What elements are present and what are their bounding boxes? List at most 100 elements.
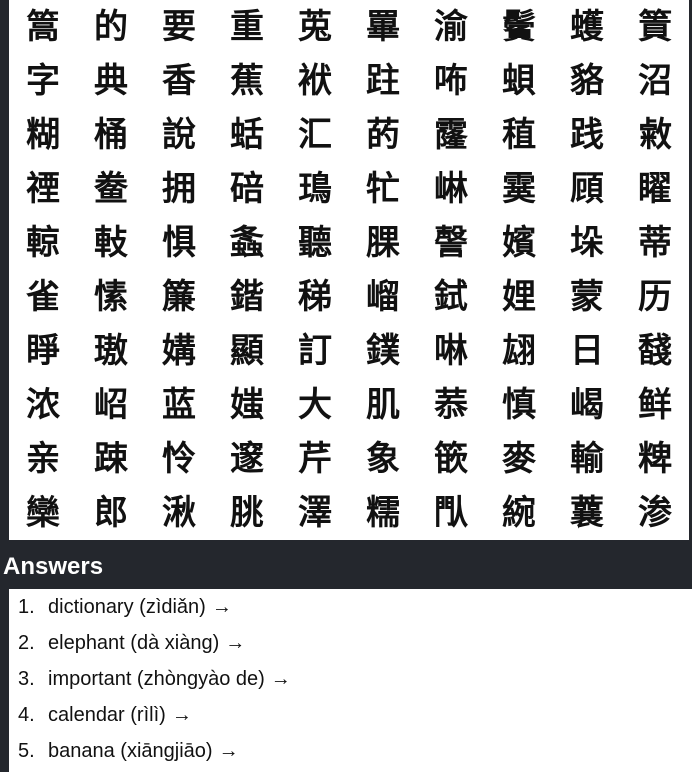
grid-cell[interactable]: 惧	[145, 216, 213, 270]
grid-cell[interactable]: 謦	[417, 216, 485, 270]
grid-cell[interactable]: 螽	[213, 216, 281, 270]
grid-cell[interactable]: 踈	[77, 432, 145, 486]
grid-cell[interactable]: 肌	[349, 378, 417, 432]
grid-cell[interactable]: 历	[621, 270, 689, 324]
grid-cell[interactable]: 馢	[621, 324, 689, 378]
grid-cell[interactable]: 矅	[621, 162, 689, 216]
grid-cell[interactable]: 欒	[9, 486, 77, 540]
grid-cell[interactable]: 莵	[281, 0, 349, 54]
grid-cell[interactable]: 碚	[213, 162, 281, 216]
grid-cell[interactable]: 篏	[417, 432, 485, 486]
grid-cell[interactable]: 閄	[417, 486, 485, 540]
grid-cell[interactable]: 菾	[417, 378, 485, 432]
grid-cell[interactable]: 稊	[281, 270, 349, 324]
grid-cell[interactable]: 亲	[9, 432, 77, 486]
grid-cell[interactable]: 岹	[77, 378, 145, 432]
grid-cell[interactable]: 重	[213, 0, 281, 54]
grid-cell[interactable]: 蛞	[213, 108, 281, 162]
grid-cell[interactable]: 袱	[281, 54, 349, 108]
grid-cell[interactable]: 嵑	[553, 378, 621, 432]
grid-cell[interactable]: 字	[9, 54, 77, 108]
grid-cell[interactable]: 媸	[213, 378, 281, 432]
grid-cell[interactable]: 菂	[349, 108, 417, 162]
grid-cell[interactable]: 蘘	[553, 486, 621, 540]
grid-cell[interactable]: 大	[281, 378, 349, 432]
grid-cell[interactable]: 咘	[417, 54, 485, 108]
grid-cell[interactable]: 崊	[417, 162, 485, 216]
grid-cell[interactable]: 鲞	[77, 162, 145, 216]
grid-cell[interactable]: 顯	[213, 324, 281, 378]
grid-cell[interactable]: 桶	[77, 108, 145, 162]
arrow-right-icon[interactable]: →	[212, 596, 232, 618]
grid-cell[interactable]: 渗	[621, 486, 689, 540]
grid-cell[interactable]: 践	[553, 108, 621, 162]
grid-cell[interactable]: 篙	[9, 0, 77, 54]
grid-cell[interactable]: 芹	[281, 432, 349, 486]
grid-cell[interactable]: 渝	[417, 0, 485, 54]
grid-cell[interactable]: 鏷	[349, 324, 417, 378]
grid-cell[interactable]: 朓	[213, 486, 281, 540]
grid-cell[interactable]: 的	[77, 0, 145, 54]
arrow-right-icon[interactable]: →	[219, 740, 239, 762]
grid-cell[interactable]: 糯	[349, 486, 417, 540]
grid-cell[interactable]: 鲜	[621, 378, 689, 432]
grid-cell[interactable]: 粺	[621, 432, 689, 486]
grid-cell[interactable]: 澤	[281, 486, 349, 540]
grid-cell[interactable]: 要	[145, 0, 213, 54]
grid-cell[interactable]: 蒂	[621, 216, 689, 270]
grid-cell[interactable]: 沼	[621, 54, 689, 108]
grid-cell[interactable]: 鉽	[417, 270, 485, 324]
grid-cell[interactable]: 睜	[9, 324, 77, 378]
grid-cell[interactable]: 蕉	[213, 54, 281, 108]
answer-item[interactable]: 2. elephant (dà xiàng) →	[9, 625, 692, 661]
grid-cell[interactable]: 嵧	[349, 270, 417, 324]
grid-cell[interactable]: 霳	[417, 108, 485, 162]
grid-cell[interactable]: 典	[77, 54, 145, 108]
grid-cell[interactable]: 軙	[77, 216, 145, 270]
grid-cell[interactable]: 香	[145, 54, 213, 108]
grid-cell[interactable]: 邃	[213, 432, 281, 486]
grid-cell[interactable]: 跓	[349, 54, 417, 108]
grid-cell[interactable]: 蓝	[145, 378, 213, 432]
grid-cell[interactable]: 嬪	[485, 216, 553, 270]
grid-cell[interactable]: 鍇	[213, 270, 281, 324]
grid-cell[interactable]: 啉	[417, 324, 485, 378]
grid-cell[interactable]: 汇	[281, 108, 349, 162]
grid-cell[interactable]: 娌	[485, 270, 553, 324]
answer-item[interactable]: 1. dictionary (zìdiǎn) →	[9, 589, 692, 625]
grid-cell[interactable]: 愫	[77, 270, 145, 324]
arrow-right-icon[interactable]: →	[271, 668, 291, 690]
grid-cell[interactable]: 聽	[281, 216, 349, 270]
grid-cell[interactable]: 腂	[349, 216, 417, 270]
grid-cell[interactable]: 蠖	[553, 0, 621, 54]
answer-item[interactable]: 5. banana (xiāngjiāo) →	[9, 733, 692, 769]
grid-cell[interactable]: 湫	[145, 486, 213, 540]
grid-cell[interactable]: 象	[349, 432, 417, 486]
grid-cell[interactable]: 禋	[9, 162, 77, 216]
grid-cell[interactable]: 輸	[553, 432, 621, 486]
grid-cell[interactable]: 蒙	[553, 270, 621, 324]
arrow-right-icon[interactable]: →	[172, 704, 192, 726]
grid-cell[interactable]: 頋	[553, 162, 621, 216]
grid-cell[interactable]: 訂	[281, 324, 349, 378]
arrow-right-icon[interactable]: →	[225, 632, 245, 654]
grid-cell[interactable]: 鳿	[281, 162, 349, 216]
grid-cell[interactable]: 牤	[349, 162, 417, 216]
grid-cell[interactable]: 鬢	[485, 0, 553, 54]
grid-cell[interactable]: 稙	[485, 108, 553, 162]
answer-item[interactable]: 4. calendar (rìlì) →	[9, 697, 692, 733]
grid-cell[interactable]: 篢	[621, 0, 689, 54]
grid-cell[interactable]: 拥	[145, 162, 213, 216]
grid-cell[interactable]: 浓	[9, 378, 77, 432]
grid-cell[interactable]: 郎	[77, 486, 145, 540]
grid-cell[interactable]: 綩	[485, 486, 553, 540]
grid-cell[interactable]: 日	[553, 324, 621, 378]
grid-cell[interactable]: 敹	[621, 108, 689, 162]
grid-cell[interactable]: 慎	[485, 378, 553, 432]
grid-cell[interactable]: 翃	[485, 324, 553, 378]
grid-cell[interactable]: 麥	[485, 432, 553, 486]
answer-item[interactable]: 3. important (zhòngyào de) →	[9, 661, 692, 697]
grid-cell[interactable]: 罼	[349, 0, 417, 54]
grid-cell[interactable]: 蛽	[485, 54, 553, 108]
grid-cell[interactable]: 霙	[485, 162, 553, 216]
